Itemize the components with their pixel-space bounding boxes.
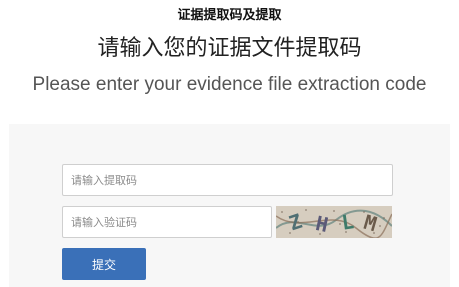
page-heading-zh: 请输入您的证据文件提取码 <box>97 36 362 61</box>
submit-button[interactable]: 提交 <box>62 248 146 280</box>
extraction-code-input[interactable] <box>62 164 393 196</box>
form-panel: Z H L M 提交 <box>9 124 450 287</box>
page-heading-en: Please enter your evidence file extracti… <box>32 74 427 95</box>
captcha-noise-graphic: Z H L M <box>276 206 392 238</box>
page-top-title: 证据提取码及提取 <box>177 8 282 23</box>
captcha-input[interactable] <box>62 206 272 238</box>
captcha-image[interactable]: Z H L M <box>276 206 392 238</box>
